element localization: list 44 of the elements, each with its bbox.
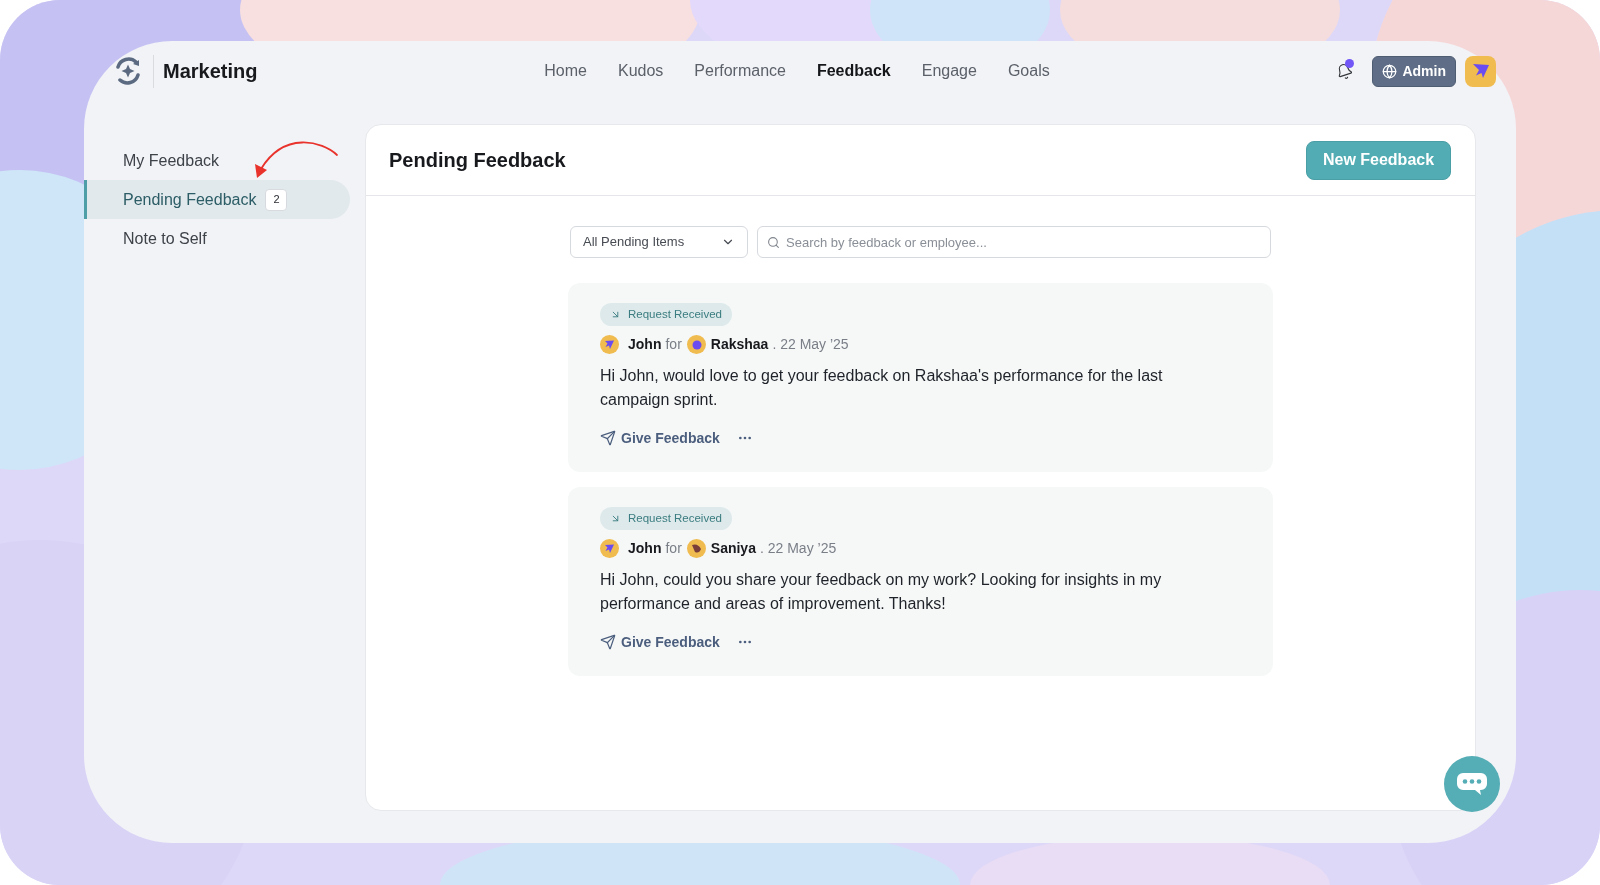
search-icon [767,236,780,249]
user-avatar[interactable] [1465,55,1496,87]
nav-link[interactable]: Goals [1007,59,1050,83]
feedback-message: Hi John, could you share your feedback on my work? Looking for insights in my performance and areas of improvement. Thanks! [600,570,1163,614]
feedback-message: Hi John, would love to get your feedback on Rakshaa's performance for the last campaign sprint. [600,366,1164,410]
panel-title: Pending Feedback [389,148,566,173]
give-feedback-button[interactable]: Give Feedback [600,632,720,652]
status-label: Request Received [628,510,722,526]
nav-link[interactable]: Performance [694,59,786,83]
arrow-down-right-icon [610,309,621,320]
sidebar-item[interactable]: Note to Self [84,219,350,258]
connector-text: for [665,335,682,354]
speech-bubble-icon [1457,772,1487,796]
chat-button[interactable] [1444,756,1500,812]
logo-icon [114,57,142,85]
send-icon [600,634,616,650]
sidebar-item[interactable]: Pending Feedback 2 [84,180,350,219]
admin-button[interactable]: Admin [1372,55,1456,87]
author-name: John [628,539,662,558]
connector-text: for [665,539,682,558]
status-label: Request Received [628,306,722,322]
date-text: . 22 May ’25 [759,539,837,558]
filter-dropdown[interactable]: All Pending Items [570,226,748,258]
nav-link[interactable]: Home [544,59,587,83]
workspace-title: Marketing [163,59,258,84]
sidebar-item[interactable]: My Feedback [84,141,350,180]
nav-link[interactable]: Feedback [816,59,891,83]
recipient-name: Saniya [710,539,756,558]
avatar-icon [600,335,619,354]
avatar-icon [686,539,706,558]
count-badge: 2 [265,188,288,211]
avatar-icon [686,335,706,354]
date-text: . 22 May ’25 [772,335,849,354]
nav-link[interactable]: Kudos [617,59,664,83]
globe-icon [1382,63,1398,79]
send-icon [600,430,616,446]
nav-link[interactable]: Engage [921,59,977,83]
search-field[interactable]: Search by feedback or employee... [757,226,1271,258]
give-feedback-button[interactable]: Give Feedback [600,428,720,448]
author-name: John [628,335,662,354]
avatar-icon [600,539,619,558]
pointer-arrow-icon [1472,64,1489,78]
arrow-down-right-icon [610,513,621,524]
recipient-name: Rakshaa [710,335,769,354]
